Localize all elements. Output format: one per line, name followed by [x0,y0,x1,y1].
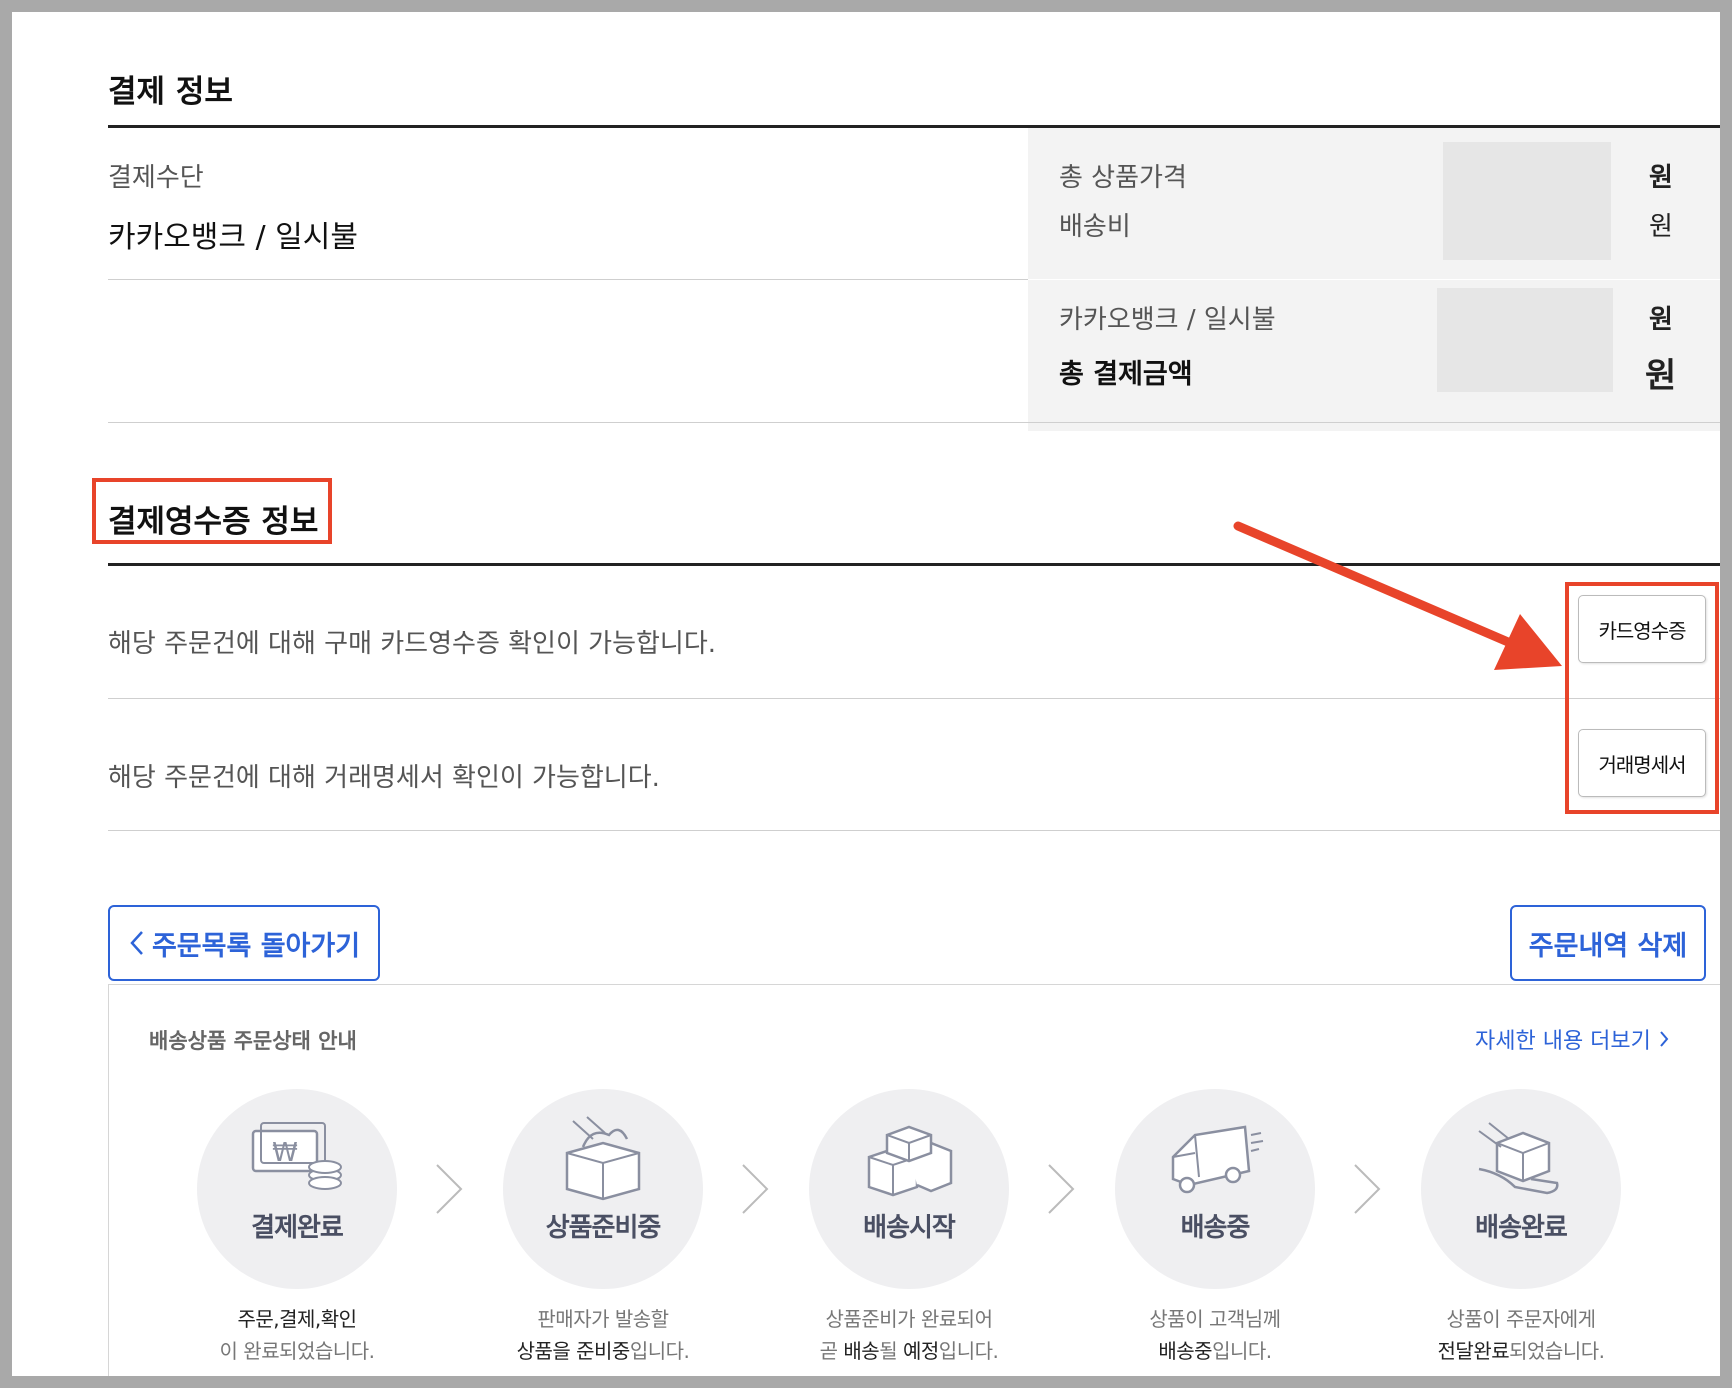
delivery-truck-icon [1171,1125,1264,1194]
product-box-prep-icon [565,1116,641,1201]
chevron-right-icon [1048,1164,1075,1214]
step-desc-line: 이 완료되었습니다. [219,1339,375,1363]
svg-text:₩: ₩ [272,1138,298,1168]
row-divider [108,279,1028,280]
step-desc-line: 곧 배송될 예정입니다. [779,1335,1039,1367]
desc-highlight: 배송 [843,1339,880,1363]
payment-method-label: 결제수단 [108,163,204,193]
step-label: 상품준비중 [545,1213,662,1243]
boxes-icon [867,1125,953,1197]
step-shipping-started: 배송시작 [809,1089,1009,1289]
row-divider [108,698,1720,699]
step-desc-line: 상품이 주문자에게 [1446,1307,1596,1331]
pay-method-summary-label: 카카오뱅크 / 일시불 [1059,305,1276,335]
order-detail-page: 결제 정보 결제수단 카카오뱅크 / 일시불 총 상품가격 배송비 원 원 카카… [12,12,1720,1376]
order-status-guide: 배송상품 주문상태 안내 자세한 내용 더보기 ₩ 결제완료 주문,결제,확인 … [108,984,1720,1376]
panel-gap [1028,279,1720,280]
step-desc-line: 배송중입니다. [1085,1335,1345,1367]
desc-text: 곧 [819,1339,844,1363]
annotation-buttons-box [1565,582,1719,814]
back-to-order-list-button[interactable]: 주문목록 돌아가기 [108,905,380,981]
statement-text: 해당 주문건에 대해 거래명세서 확인이 가능합니다. [108,763,660,793]
total-payment-label: 총 결제금액 [1059,359,1193,390]
more-details-label: 자세한 내용 더보기 [1475,1029,1651,1054]
back-button-label: 주문목록 돌아가기 [151,930,361,962]
desc-text: 입니다. [629,1339,690,1363]
step-label: 결제완료 [251,1213,344,1243]
chevron-right-icon [742,1164,769,1214]
won-unit: 원 [1649,212,1673,242]
step-desc-line: 상품을 준비중입니다. [473,1335,733,1367]
step-description: 주문,결제,확인 이 완료되었습니다. [167,1303,427,1367]
step-description: 판매자가 발송할 상품을 준비중입니다. [473,1303,733,1367]
desc-text: 되었습니다. [1509,1339,1605,1363]
card-receipt-text: 해당 주문건에 대해 구매 카드영수증 확인이 가능합니다. [108,629,717,659]
won-unit: 원 [1649,163,1673,193]
shipping-fee-label: 배송비 [1059,212,1131,242]
step-desc-line: 상품준비가 완료되어 [825,1307,993,1331]
step-label: 배송완료 [1475,1213,1568,1243]
chevron-right-icon [1660,1031,1669,1047]
step-description: 상품이 고객님께 배송중입니다. [1085,1303,1345,1367]
step-label: 배송중 [1180,1213,1251,1243]
desc-text: 입니다. [938,1339,999,1363]
step-payment-complete: ₩ 결제완료 [197,1089,397,1289]
total-product-amount-hidden [1443,142,1611,260]
desc-highlight: 전달완료 [1437,1339,1510,1363]
more-details-link[interactable]: 자세한 내용 더보기 [1475,1023,1669,1055]
desc-highlight: 예정 [902,1339,939,1363]
chevron-right-icon [1354,1164,1381,1214]
receipt-info-bottom-line [108,830,1720,831]
won-unit-large: 원 [1645,356,1677,396]
payment-method-value: 카카오뱅크 / 일시불 [108,220,358,255]
payment-info-bottom-line [108,422,1720,423]
step-desc-line: 주문,결제,확인 [237,1307,357,1331]
status-guide-title: 배송상품 주문상태 안내 [149,1029,357,1053]
receipt-info-title: 결제영수증 정보 [108,504,319,540]
desc-text: 입니다. [1212,1339,1272,1363]
won-unit: 원 [1649,305,1673,335]
desc-highlight: 배송중 [1158,1339,1213,1363]
delivered-hand-icon [1478,1122,1559,1195]
delete-order-button[interactable]: 주문내역 삭제 [1510,905,1706,981]
step-desc-line: 판매자가 발송할 [537,1307,669,1331]
step-desc-line: 전달완료되었습니다. [1391,1335,1651,1367]
total-payment-amount-hidden [1437,288,1613,392]
payment-info-title: 결제 정보 [108,74,233,110]
step-label: 배송시작 [863,1213,956,1243]
step-in-transit: 배송중 [1115,1089,1315,1289]
step-description: 상품이 주문자에게 전달완료되었습니다. [1391,1303,1651,1367]
chevron-left-icon [130,931,143,955]
step-desc-line: 상품이 고객님께 [1149,1307,1281,1331]
step-description: 상품준비가 완료되어 곧 배송될 예정입니다. [779,1303,1039,1367]
step-preparing: 상품준비중 [503,1089,703,1289]
annotation-arrow-icon [1233,521,1562,670]
desc-highlight: 상품을 준비중 [516,1339,631,1363]
total-product-label: 총 상품가격 [1059,163,1187,193]
step-delivered: 배송완료 [1421,1089,1621,1289]
payment-money-icon: ₩ [251,1122,342,1190]
chevron-right-icon [436,1164,463,1214]
desc-text: 될 [879,1339,903,1363]
